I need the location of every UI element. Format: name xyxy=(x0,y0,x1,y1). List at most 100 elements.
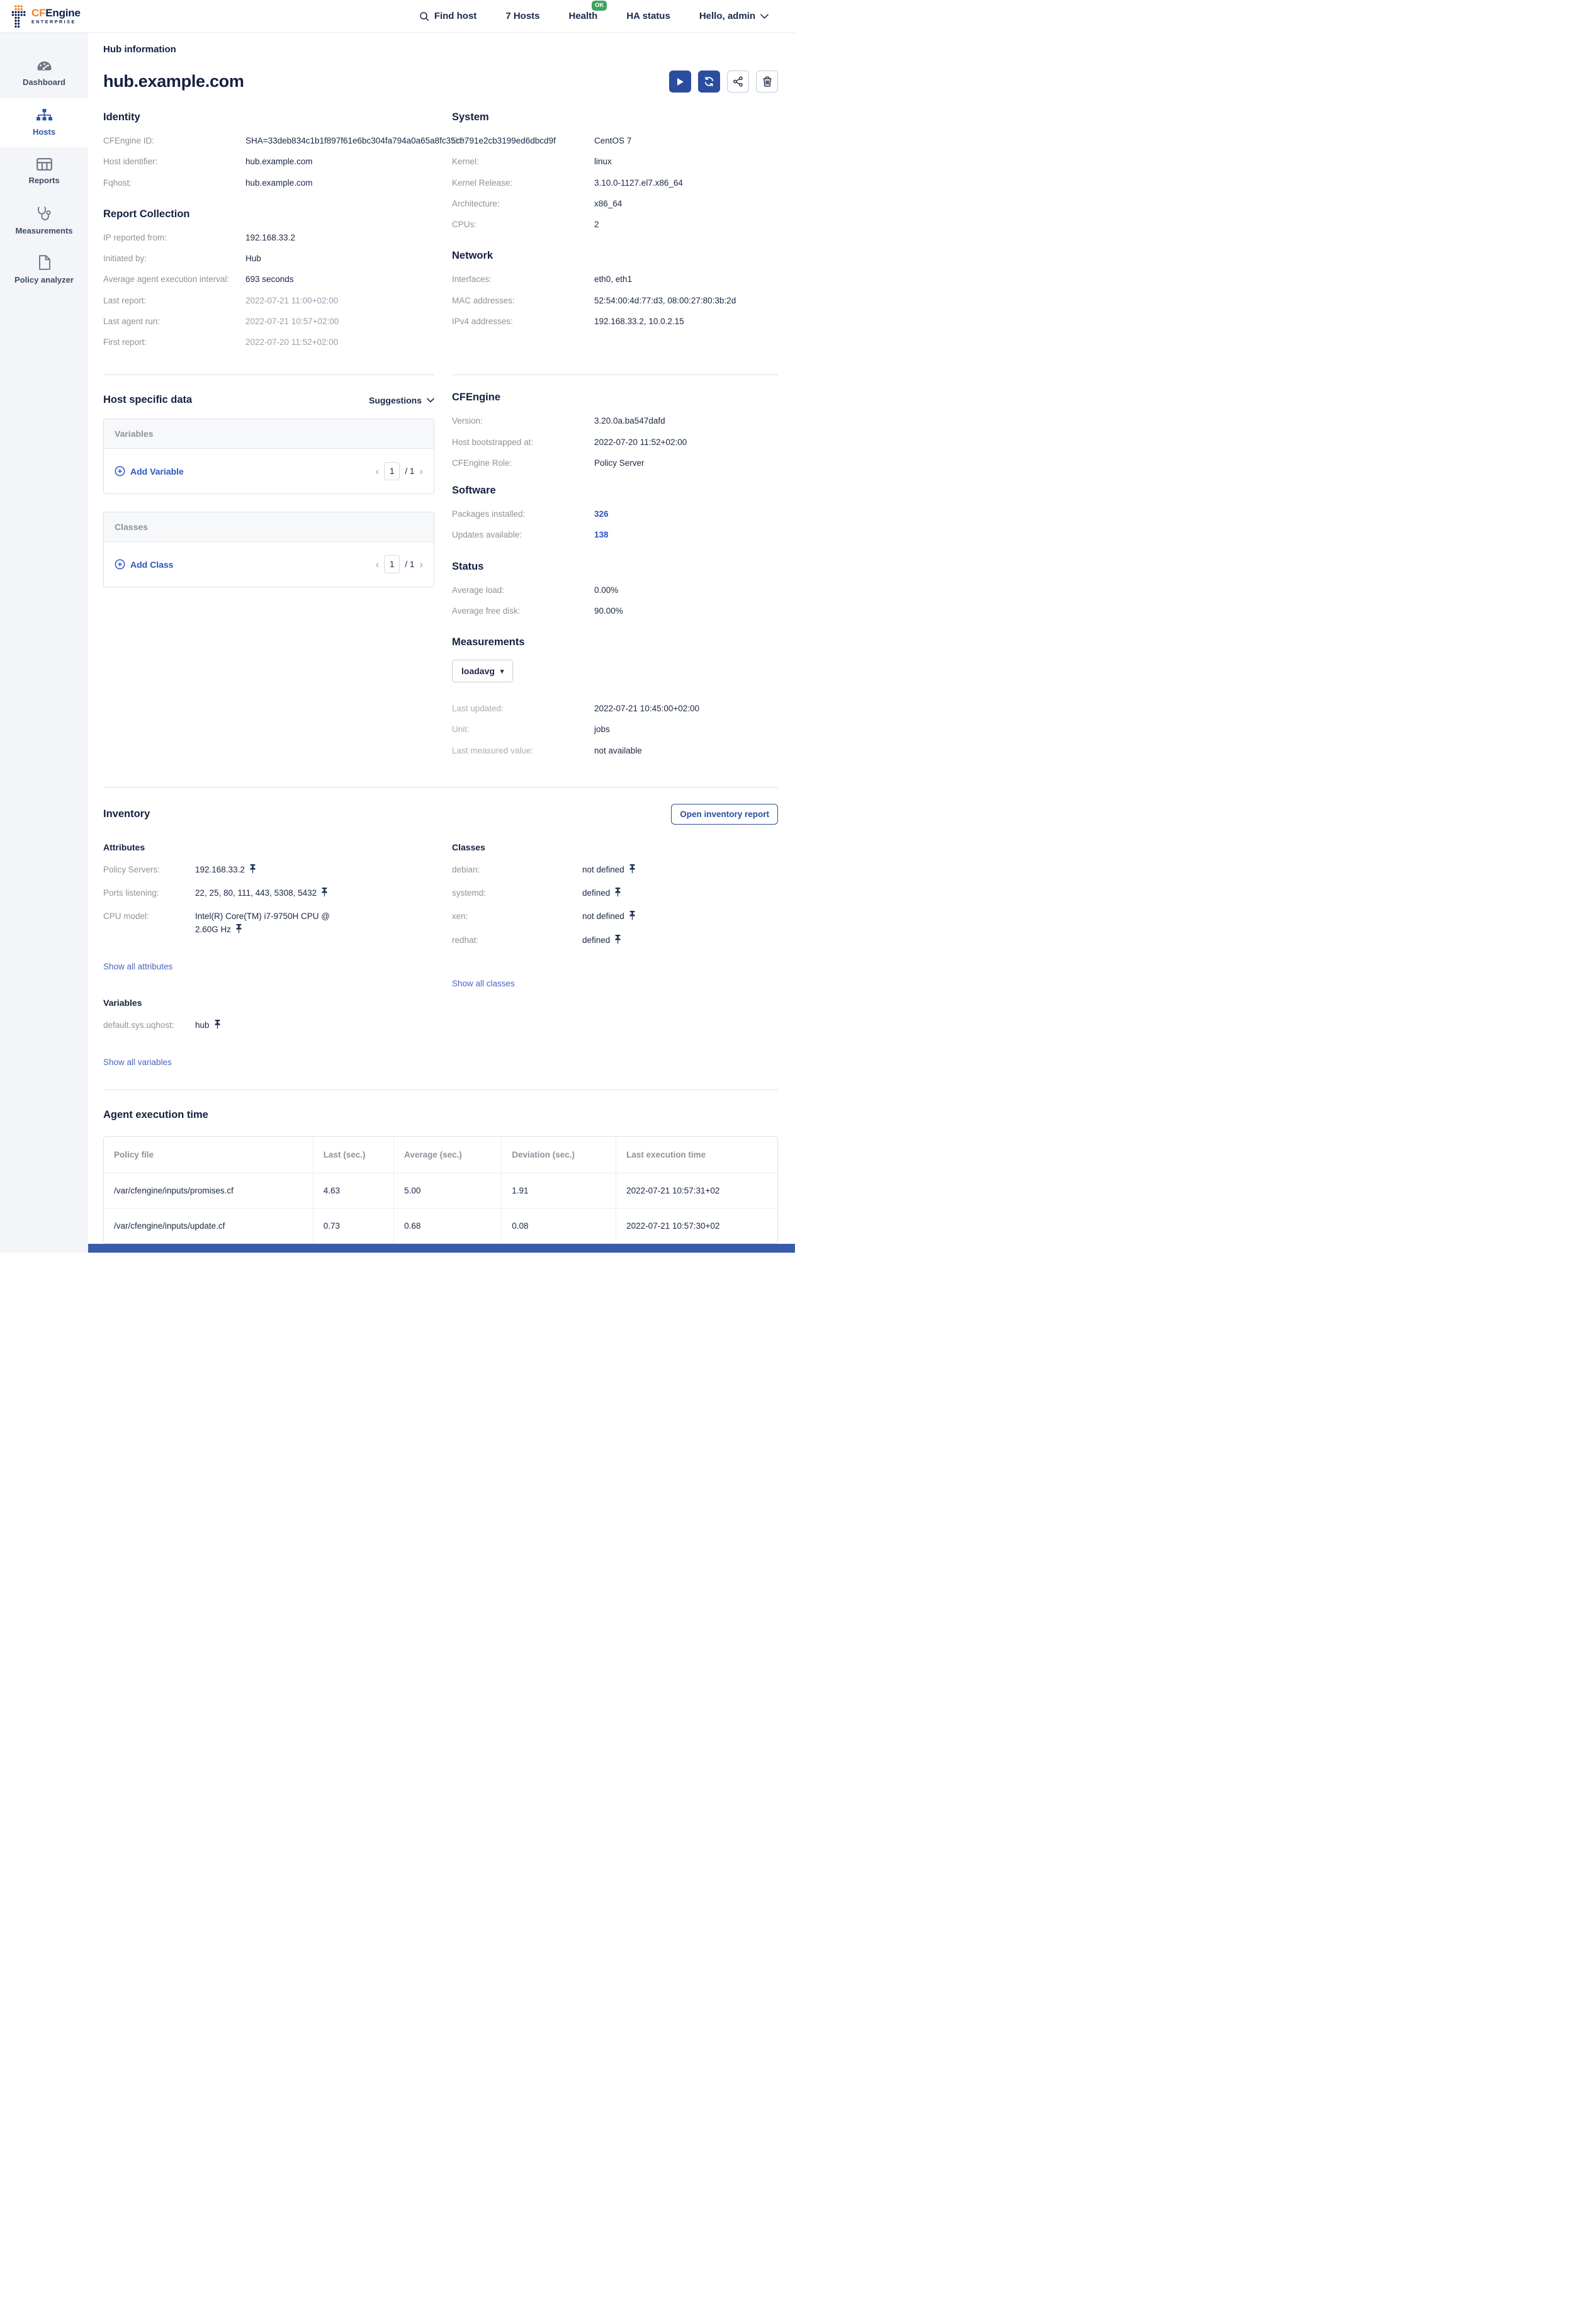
table-icon xyxy=(37,158,52,171)
caret-down-icon: ▾ xyxy=(500,667,504,675)
gauge-icon xyxy=(36,60,53,72)
sidebar-item-reports[interactable]: Reports xyxy=(0,147,88,196)
pin-icon[interactable] xyxy=(629,866,636,876)
show-all-attributes-link[interactable]: Show all attributes xyxy=(103,962,172,971)
share-button[interactable] xyxy=(727,71,749,93)
show-all-classes-link[interactable]: Show all classes xyxy=(452,979,515,988)
inventory-section: Inventory Open inventory report Attribut… xyxy=(103,787,778,1068)
table-row: /var/cfengine/inputs/update.cf 0.73 0.68… xyxy=(104,1209,777,1243)
section-heading: Agent execution time xyxy=(103,1109,778,1121)
column-header: Deviation (sec.) xyxy=(501,1137,616,1173)
breadcrumb: Hub information xyxy=(103,44,778,55)
sidebar-item-label: Measurements xyxy=(15,227,72,235)
nav-hosts-count[interactable]: 7 Hosts xyxy=(505,11,539,21)
sidebar-item-label: Reports xyxy=(28,176,59,185)
inventory-row: xen: not defined xyxy=(452,910,778,924)
delete-button[interactable] xyxy=(756,71,778,93)
pin-icon[interactable] xyxy=(235,926,242,935)
identity-section: Identity CFEngine ID:SHA=33deb834c1b1f89… xyxy=(103,111,434,189)
column-header: Last execution time xyxy=(616,1137,777,1173)
refresh-button[interactable] xyxy=(698,71,720,93)
logo-wordmark: CFEngine xyxy=(31,8,81,18)
pin-icon[interactable] xyxy=(249,866,256,876)
variables-heading: Variables xyxy=(103,998,434,1008)
run-agent-button[interactable] xyxy=(669,71,691,93)
page-number-input[interactable]: 1 xyxy=(384,555,400,573)
pin-icon[interactable] xyxy=(214,1022,221,1031)
info-row: Initiated by:Hub xyxy=(103,252,434,265)
info-row: Kernel Release:3.10.0-1127.el7.x86_64 xyxy=(452,177,778,189)
footer-bar xyxy=(88,1244,795,1253)
info-row: Average agent execution interval:693 sec… xyxy=(103,273,434,286)
chevron-down-icon xyxy=(427,398,434,403)
variables-panel: Variables Add Variable ‹ 1 / 1 › xyxy=(103,419,434,494)
page-number-input[interactable]: 1 xyxy=(384,462,400,480)
inventory-row: Policy Servers: 192.168.33.2 xyxy=(103,864,434,877)
pin-icon[interactable] xyxy=(321,889,328,899)
status-section: Status Average load:0.00% Average free d… xyxy=(452,561,778,618)
find-host-button[interactable]: Find host xyxy=(419,11,477,21)
pin-icon[interactable] xyxy=(614,937,621,946)
health-label: Health xyxy=(569,11,598,21)
software-section: Software Packages installed:326 Updates … xyxy=(452,485,778,542)
open-inventory-report-button[interactable]: Open inventory report xyxy=(671,804,778,825)
cfengine-section: CFEngine Version:3.20.0a.ba547dafd Host … xyxy=(452,392,778,470)
sidebar-item-policy-analyzer[interactable]: Policy analyzer xyxy=(0,245,88,295)
network-section: Network Interfaces:eth0, eth1 MAC addres… xyxy=(452,250,778,328)
info-row: Packages installed:326 xyxy=(452,508,778,521)
page-next-arrow[interactable]: › xyxy=(419,466,423,477)
sidebar-item-dashboard[interactable]: Dashboard xyxy=(0,49,88,98)
sync-icon xyxy=(704,76,714,87)
sidebar-item-measurements[interactable]: Measurements xyxy=(0,196,88,245)
info-row: Last agent run:2022-07-21 10:57+02:00 xyxy=(103,315,434,328)
page-prev-arrow[interactable]: ‹ xyxy=(376,559,380,570)
section-heading: Software xyxy=(452,485,778,497)
classes-panel: Classes Add Class ‹ 1 / 1 › xyxy=(103,512,434,587)
section-heading: Network xyxy=(452,250,778,262)
section-heading: CFEngine xyxy=(452,392,778,403)
inventory-row: redhat: defined xyxy=(452,934,778,948)
agent-execution-section: Agent execution time Policy file Last (s… xyxy=(103,1090,778,1244)
info-row: Last measured value:not available xyxy=(452,745,778,757)
section-heading: Host specific data xyxy=(103,394,192,406)
nav-ha-status[interactable]: HA status xyxy=(626,11,670,21)
health-ok-badge: OK xyxy=(592,1,607,11)
search-icon xyxy=(419,11,429,21)
suggestions-dropdown[interactable]: Suggestions xyxy=(369,395,434,405)
user-menu[interactable]: Hello, admin xyxy=(699,11,769,21)
info-row: Updates available:138 xyxy=(452,529,778,541)
info-row: Host identifier:hub.example.com xyxy=(103,155,434,168)
sidebar-item-hosts[interactable]: Hosts xyxy=(0,98,88,147)
packages-installed-link[interactable]: 326 xyxy=(594,508,609,521)
nav-health[interactable]: OK Health xyxy=(569,11,598,21)
add-class-button[interactable]: Add Class xyxy=(115,559,173,570)
updates-available-link[interactable]: 138 xyxy=(594,529,609,541)
info-row: CFEngine ID:SHA=33deb834c1b1f897f61e6bc3… xyxy=(103,135,434,147)
column-header: Policy file xyxy=(104,1137,313,1173)
logo-subtitle: ENTERPRISE xyxy=(31,20,81,25)
table-row: /var/cfengine/inputs/promises.cf 4.63 5.… xyxy=(104,1173,777,1209)
info-row: Fqhost:hub.example.com xyxy=(103,177,434,189)
inventory-row: debian: not defined xyxy=(452,864,778,877)
sitemap-icon xyxy=(36,108,53,122)
cfengine-logo[interactable]: CFEngine ENTERPRISE xyxy=(10,4,81,28)
find-host-label: Find host xyxy=(434,11,477,21)
host-actions xyxy=(669,71,778,93)
host-specific-data-header: Host specific data Suggestions xyxy=(103,394,434,406)
page-next-arrow[interactable]: › xyxy=(419,559,423,570)
page-prev-arrow[interactable]: ‹ xyxy=(376,466,380,477)
page-total-label: / 1 xyxy=(405,560,414,569)
measurement-select[interactable]: loadavg ▾ xyxy=(452,660,513,682)
pin-icon[interactable] xyxy=(614,889,621,899)
pin-icon[interactable] xyxy=(629,913,636,922)
show-all-variables-link[interactable]: Show all variables xyxy=(103,1058,172,1067)
info-row: Host bootstrapped at:2022-07-20 11:52+02… xyxy=(452,436,778,449)
page-title: hub.example.com xyxy=(103,72,244,91)
add-variable-button[interactable]: Add Variable xyxy=(115,466,184,477)
play-icon xyxy=(676,77,684,86)
section-heading: System xyxy=(452,111,778,123)
info-row: Unit:jobs xyxy=(452,723,778,736)
inventory-row: Ports listening: 22, 25, 80, 111, 443, 5… xyxy=(103,887,434,901)
inventory-row: CPU model: Intel(R) Core(TM) i7-9750H CP… xyxy=(103,910,434,937)
section-heading: Inventory xyxy=(103,808,150,820)
